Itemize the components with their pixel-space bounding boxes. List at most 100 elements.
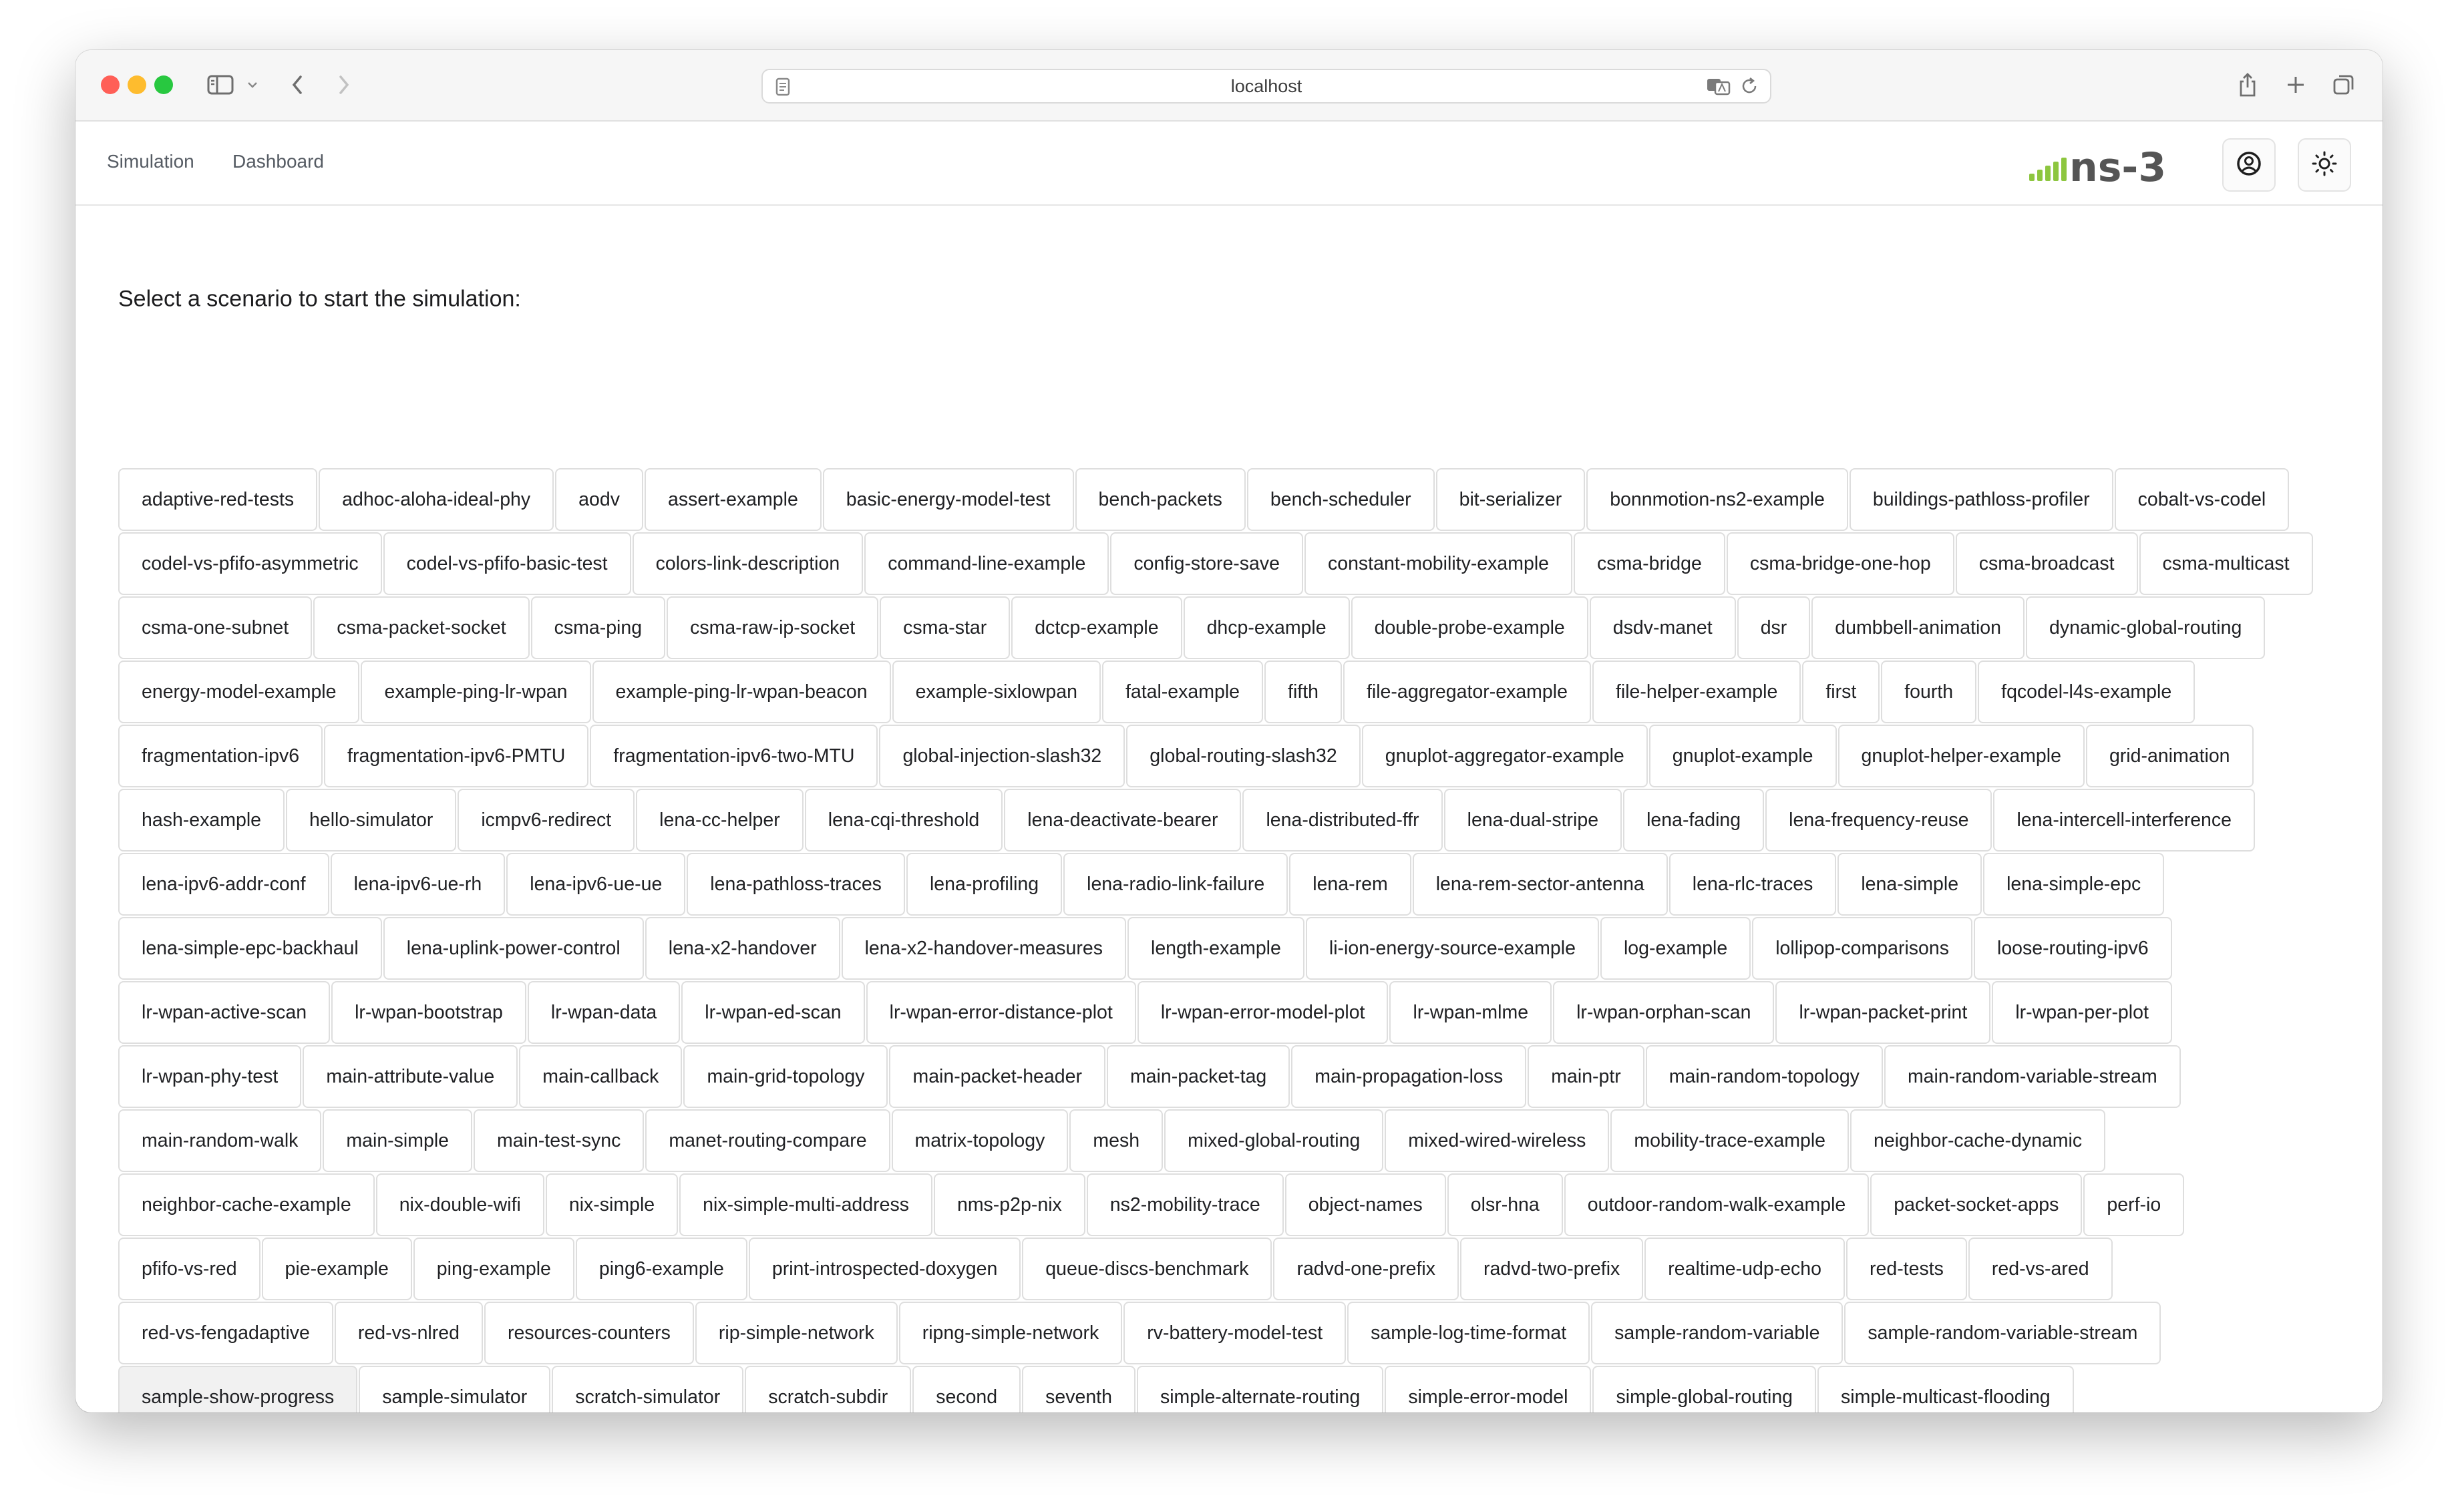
zoom-window-button[interactable] bbox=[154, 75, 173, 94]
theme-toggle-button[interactable] bbox=[2298, 138, 2351, 192]
scenario-button[interactable]: double-probe-example bbox=[1351, 596, 1588, 659]
scenario-button[interactable]: command-line-example bbox=[864, 532, 1109, 595]
scenario-button[interactable]: dumbbell-animation bbox=[1811, 596, 2025, 659]
scenario-button[interactable]: bench-packets bbox=[1075, 468, 1246, 531]
scenario-button[interactable]: dhcp-example bbox=[1183, 596, 1350, 659]
scenario-button[interactable]: lena-frequency-reuse bbox=[1765, 789, 1992, 852]
scenario-button[interactable]: simple-multicast-flooding bbox=[1817, 1366, 2074, 1412]
nav-link-simulation[interactable]: Simulation bbox=[107, 151, 194, 172]
scenario-button[interactable]: lena-rem bbox=[1289, 853, 1411, 916]
scenario-button[interactable]: lena-simple bbox=[1837, 853, 1982, 916]
scenario-button[interactable]: loose-routing-ipv6 bbox=[1974, 917, 2172, 980]
scenario-button[interactable]: olsr-hna bbox=[1447, 1173, 1563, 1236]
scenario-button[interactable]: dsdv-manet bbox=[1589, 596, 1736, 659]
scenario-button[interactable]: queue-discs-benchmark bbox=[1022, 1238, 1272, 1300]
scenario-button[interactable]: lr-wpan-active-scan bbox=[118, 981, 331, 1044]
scenario-button[interactable]: lena-cc-helper bbox=[636, 789, 804, 852]
scenario-button[interactable]: first bbox=[1802, 660, 1880, 723]
scenario-button[interactable]: main-propagation-loss bbox=[1291, 1045, 1527, 1108]
share-icon[interactable] bbox=[2234, 65, 2261, 105]
scenario-button[interactable]: fourth bbox=[1881, 660, 1977, 723]
scenario-button[interactable]: main-ptr bbox=[1528, 1045, 1644, 1108]
scenario-button[interactable]: mixed-wired-wireless bbox=[1385, 1109, 1610, 1172]
scenario-button[interactable]: ns2-mobility-trace bbox=[1086, 1173, 1284, 1236]
scenario-button[interactable]: mixed-global-routing bbox=[1164, 1109, 1384, 1172]
scenario-button[interactable]: lr-wpan-bootstrap bbox=[331, 981, 526, 1044]
scenario-button[interactable]: packet-socket-apps bbox=[1870, 1173, 2083, 1236]
account-button[interactable] bbox=[2222, 138, 2276, 192]
scenario-button[interactable]: csma-star bbox=[880, 596, 1011, 659]
scenario-button[interactable]: scratch-subdir bbox=[745, 1366, 912, 1412]
scenario-button[interactable]: csma-raw-ip-socket bbox=[667, 596, 879, 659]
scenario-button[interactable]: lena-ipv6-ue-ue bbox=[506, 853, 686, 916]
scenario-button[interactable]: constant-mobility-example bbox=[1304, 532, 1573, 595]
sidebar-icon[interactable] bbox=[202, 65, 238, 105]
scenario-button[interactable]: lr-wpan-data bbox=[527, 981, 681, 1044]
scenario-button[interactable]: mesh bbox=[1069, 1109, 1164, 1172]
scenario-button[interactable]: simple-error-model bbox=[1385, 1366, 1592, 1412]
scenario-button[interactable]: lr-wpan-packet-print bbox=[1775, 981, 1991, 1044]
scenario-button[interactable]: fragmentation-ipv6 bbox=[118, 725, 323, 787]
scenario-button[interactable]: lr-wpan-per-plot bbox=[1992, 981, 2172, 1044]
scenario-button[interactable]: lena-simple-epc-backhaul bbox=[118, 917, 382, 980]
scenario-button[interactable]: lena-deactivate-bearer bbox=[1004, 789, 1242, 852]
close-window-button[interactable] bbox=[101, 75, 120, 94]
scenario-button[interactable]: ping-example bbox=[413, 1238, 574, 1300]
scenario-button[interactable]: perf-io bbox=[2083, 1173, 2185, 1236]
scenario-button[interactable]: file-helper-example bbox=[1592, 660, 1801, 723]
scenario-button[interactable]: lr-wpan-error-distance-plot bbox=[866, 981, 1136, 1044]
scenario-button[interactable]: mobility-trace-example bbox=[1610, 1109, 1850, 1172]
scenario-button[interactable]: simple-alternate-routing bbox=[1136, 1366, 1384, 1412]
scenario-button[interactable]: sample-log-time-format bbox=[1347, 1302, 1590, 1364]
scenario-button[interactable]: cobalt-vs-codel bbox=[2114, 468, 2290, 531]
scenario-button[interactable]: nms-p2p-nix bbox=[933, 1173, 1085, 1236]
scenario-button[interactable]: global-routing-slash32 bbox=[1126, 725, 1361, 787]
scenario-button[interactable]: lr-wpan-mlme bbox=[1389, 981, 1552, 1044]
chevron-down-icon[interactable] bbox=[242, 65, 262, 105]
scenario-button[interactable]: rip-simple-network bbox=[695, 1302, 898, 1364]
scenario-button[interactable]: csma-bridge-one-hop bbox=[1726, 532, 1954, 595]
scenario-button[interactable]: nix-simple-multi-address bbox=[679, 1173, 932, 1236]
scenario-button[interactable]: radvd-one-prefix bbox=[1273, 1238, 1459, 1300]
scenario-button[interactable]: ping6-example bbox=[575, 1238, 747, 1300]
scenario-button[interactable]: codel-vs-pfifo-asymmetric bbox=[118, 532, 382, 595]
scenario-button[interactable]: basic-energy-model-test bbox=[822, 468, 1074, 531]
scenario-button[interactable]: second bbox=[912, 1366, 1021, 1412]
scenario-button[interactable]: csma-bridge bbox=[1574, 532, 1725, 595]
scenario-button[interactable]: lena-pathloss-traces bbox=[687, 853, 905, 916]
scenario-button[interactable]: lena-radio-link-failure bbox=[1063, 853, 1288, 916]
minimize-window-button[interactable] bbox=[128, 75, 146, 94]
scenario-button[interactable]: fifth bbox=[1264, 660, 1342, 723]
scenario-button[interactable]: bonnmotion-ns2-example bbox=[1586, 468, 1848, 531]
scenario-button[interactable]: csma-packet-socket bbox=[313, 596, 530, 659]
scenario-button[interactable]: lr-wpan-orphan-scan bbox=[1553, 981, 1775, 1044]
scenario-button[interactable]: csma-broadcast bbox=[1955, 532, 2138, 595]
scenario-button[interactable]: radvd-two-prefix bbox=[1459, 1238, 1644, 1300]
scenario-button[interactable]: simple-global-routing bbox=[1592, 1366, 1817, 1412]
scenario-button[interactable]: fragmentation-ipv6-PMTU bbox=[324, 725, 589, 787]
nav-link-dashboard[interactable]: Dashboard bbox=[232, 151, 324, 172]
scenario-button[interactable]: resources-counters bbox=[484, 1302, 694, 1364]
scenario-button[interactable]: lollipop-comparisons bbox=[1752, 917, 1972, 980]
scenario-button[interactable]: log-example bbox=[1600, 917, 1751, 980]
scenario-button[interactable]: gnuplot-helper-example bbox=[1837, 725, 2085, 787]
scenario-button[interactable]: icmpv6-redirect bbox=[458, 789, 635, 852]
scenario-button[interactable]: hash-example bbox=[118, 789, 285, 852]
scenario-button[interactable]: hello-simulator bbox=[286, 789, 457, 852]
scenario-button[interactable]: colors-link-description bbox=[632, 532, 864, 595]
scenario-button[interactable]: main-test-sync bbox=[474, 1109, 645, 1172]
scenario-button[interactable]: lena-ipv6-ue-rh bbox=[330, 853, 506, 916]
scenario-button[interactable]: red-vs-fengadaptive bbox=[118, 1302, 333, 1364]
scenario-button[interactable]: example-ping-lr-wpan bbox=[361, 660, 591, 723]
scenario-button[interactable]: adaptive-red-tests bbox=[118, 468, 318, 531]
scenario-button[interactable]: aodv bbox=[555, 468, 643, 531]
scenario-button[interactable]: red-vs-nlred bbox=[334, 1302, 483, 1364]
scenario-button[interactable]: bench-scheduler bbox=[1246, 468, 1435, 531]
scenario-button[interactable]: gnuplot-example bbox=[1648, 725, 1837, 787]
scenario-button[interactable]: lena-dual-stripe bbox=[1443, 789, 1622, 852]
scenario-button[interactable]: lena-rlc-traces bbox=[1669, 853, 1837, 916]
scenario-button[interactable]: print-introspected-doxygen bbox=[748, 1238, 1021, 1300]
scenario-button[interactable]: lena-fading bbox=[1623, 789, 1765, 852]
scenario-button[interactable]: gnuplot-aggregator-example bbox=[1361, 725, 1648, 787]
scenario-button[interactable]: lena-ipv6-addr-conf bbox=[118, 853, 329, 916]
